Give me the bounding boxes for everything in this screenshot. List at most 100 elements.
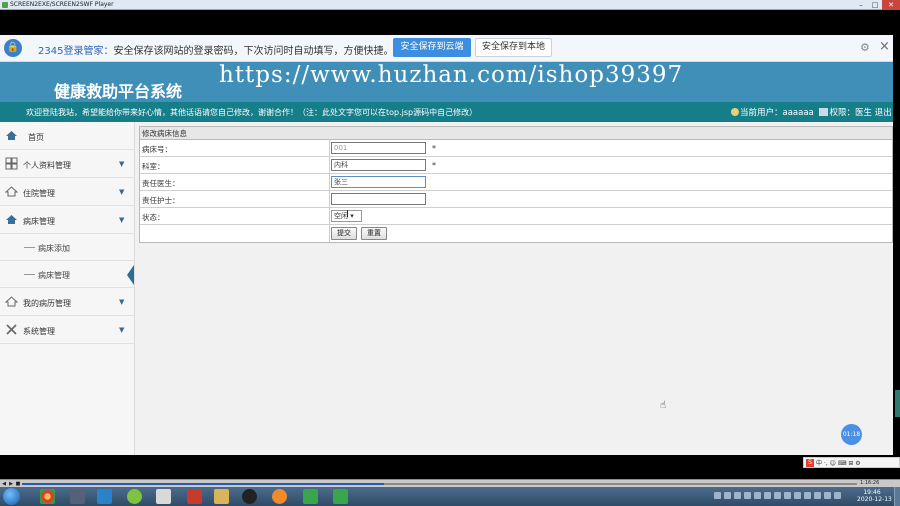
sidebar-subitem-bed-manage[interactable]: 病床管理	[0, 261, 134, 288]
sidebar-item-medical-records[interactable]: 我的病历管理 ▼	[0, 288, 134, 316]
department-input[interactable]: 内科	[331, 159, 426, 171]
chevron-down-icon: ▼	[119, 216, 125, 224]
tray-icon[interactable]	[714, 492, 721, 499]
gear-icon[interactable]: ⚙	[860, 41, 870, 54]
app-icon[interactable]	[156, 489, 171, 504]
form-row-bed-number: 病床号： 001 *	[140, 140, 892, 157]
save-to-local-button[interactable]: 安全保存到本地	[475, 38, 552, 57]
tray-icon[interactable]	[724, 492, 731, 499]
app-icon[interactable]	[70, 489, 85, 504]
edit-bed-form: 修改病床信息 病床号： 001 * 科室： 内科 * 责任医生： 张三 责任护士…	[139, 126, 893, 243]
hand-cursor-icon: ☝	[660, 400, 667, 411]
chevron-down-icon: ▾	[350, 212, 354, 220]
start-button[interactable]	[3, 488, 20, 505]
sogou-icon: S	[806, 458, 814, 467]
sidebar-item-label: 首页	[28, 133, 44, 142]
app-icon[interactable]	[97, 489, 112, 504]
sidebar-item-bed-management[interactable]: 病床管理 ▼	[0, 206, 134, 234]
wechat-icon[interactable]	[303, 489, 318, 504]
doctor-input[interactable]: 张三	[331, 176, 426, 188]
player-title: SCREEN2EXE/SCREEN2SWF Player	[10, 1, 114, 8]
save-to-cloud-button[interactable]: 安全保存到云端	[393, 38, 471, 57]
ime-status: 中 ·, ☺ ⌨ ⊞ ⚙	[816, 460, 861, 467]
reset-button[interactable]: 重置	[361, 227, 387, 240]
role-icon	[819, 108, 829, 116]
tray-icon[interactable]	[754, 492, 761, 499]
tray-icon[interactable]	[734, 492, 741, 499]
chrome-icon[interactable]	[40, 489, 55, 504]
welcome-text: 欢迎登陆我站，希望能给你带来好心情，其他话语请您自己修改，谢谢合作！（注：此处文…	[26, 108, 478, 117]
tray-icon[interactable]	[814, 492, 821, 499]
player-control-bar: ◀ ▶ ■ 1:16:26	[0, 479, 900, 487]
tray-icon[interactable]	[804, 492, 811, 499]
cell-divider	[329, 140, 330, 157]
password-bar-text: 安全保存该网站的登录密码，下次访问时自动填写，方便快捷。	[113, 46, 394, 57]
show-desktop-button[interactable]	[894, 487, 900, 506]
nurse-input[interactable]	[331, 193, 426, 205]
required-mark: *	[432, 161, 436, 170]
sidebar-subitem-label: 病床添加	[38, 244, 70, 253]
edge-strip	[895, 390, 900, 417]
tray-icon[interactable]	[794, 492, 801, 499]
sidebar-item-label: 个人资料管理	[23, 161, 71, 170]
app-icon[interactable]	[272, 489, 287, 504]
minimize-button[interactable]: –	[854, 0, 868, 10]
grid-icon	[5, 157, 18, 170]
field-label: 科室：	[142, 162, 165, 171]
close-button[interactable]: ✕	[882, 0, 900, 10]
user-icon	[731, 108, 739, 116]
folder-icon[interactable]	[214, 489, 229, 504]
ime-toolbar[interactable]: S 中 ·, ☺ ⌨ ⊞ ⚙	[803, 457, 900, 468]
sidebar-item-inpatient[interactable]: 住院管理 ▼	[0, 178, 134, 206]
house-icon	[4, 295, 19, 308]
cell-divider	[329, 225, 330, 242]
current-user: 当前用户：aaaaaa	[740, 108, 814, 118]
form-title: 修改病床信息	[140, 127, 892, 140]
bed-number-input[interactable]: 001	[331, 142, 426, 154]
recording-timer-badge[interactable]: 01:18	[841, 424, 862, 445]
app-icon[interactable]	[127, 489, 142, 504]
tray-icon[interactable]	[774, 492, 781, 499]
password-bar-brand: 2345登录管家：	[38, 46, 114, 57]
sidebar-subitem-bed-add[interactable]: 病床添加	[0, 234, 134, 261]
sidebar-item-home[interactable]: 首页	[0, 122, 134, 150]
close-icon[interactable]: ×	[879, 39, 890, 54]
field-label: 病床号：	[142, 145, 172, 154]
house-icon	[4, 185, 19, 198]
black-gap	[0, 10, 900, 35]
tray-icon[interactable]	[744, 492, 751, 499]
chevron-down-icon: ▼	[119, 326, 125, 334]
field-label: 状态：	[142, 213, 165, 222]
sidebar-item-label: 病床管理	[23, 217, 55, 226]
sidebar-item-profile[interactable]: 个人资料管理 ▼	[0, 150, 134, 178]
tray-icon[interactable]	[764, 492, 771, 499]
logout-link[interactable]: 退出	[875, 108, 892, 118]
house-icon	[5, 213, 18, 226]
tray-icon[interactable]	[834, 492, 841, 499]
text-cursor-icon: I	[346, 209, 349, 220]
watermark-url: https://www.huzhan.com/ishop39397	[219, 62, 684, 88]
maximize-button[interactable]: □	[868, 0, 882, 10]
taskbar-clock[interactable]: 19:46 2020-12-13	[857, 489, 892, 503]
app-icon[interactable]	[333, 489, 348, 504]
active-pointer-icon	[127, 265, 134, 285]
qq-icon[interactable]	[242, 489, 257, 504]
form-row-buttons: 提交 重置	[140, 225, 892, 242]
sidebar-item-label: 住院管理	[23, 189, 55, 198]
required-mark: *	[432, 144, 436, 153]
chevron-down-icon: ▼	[119, 188, 125, 196]
cell-divider	[329, 157, 330, 174]
sidebar-item-label: 我的病历管理	[23, 299, 71, 308]
user-info: 当前用户：aaaaaa 权限：医生 退出	[731, 106, 892, 118]
form-row-doctor: 责任医生： 张三	[140, 174, 892, 191]
below-browser-area	[0, 455, 900, 479]
form-row-nurse: 责任护士：	[140, 191, 892, 208]
browser-viewport: 🔒 2345登录管家：安全保存该网站的登录密码，下次访问时自动填写，方便快捷。 …	[0, 35, 893, 455]
sidebar-item-system[interactable]: 系统管理 ▼	[0, 316, 134, 344]
tray-icon[interactable]	[824, 492, 831, 499]
window-controls: – □ ✕	[854, 0, 900, 10]
flash-icon[interactable]	[187, 489, 202, 504]
tray-icon[interactable]	[784, 492, 791, 499]
chevron-down-icon: ▼	[119, 160, 125, 168]
submit-button[interactable]: 提交	[331, 227, 357, 240]
